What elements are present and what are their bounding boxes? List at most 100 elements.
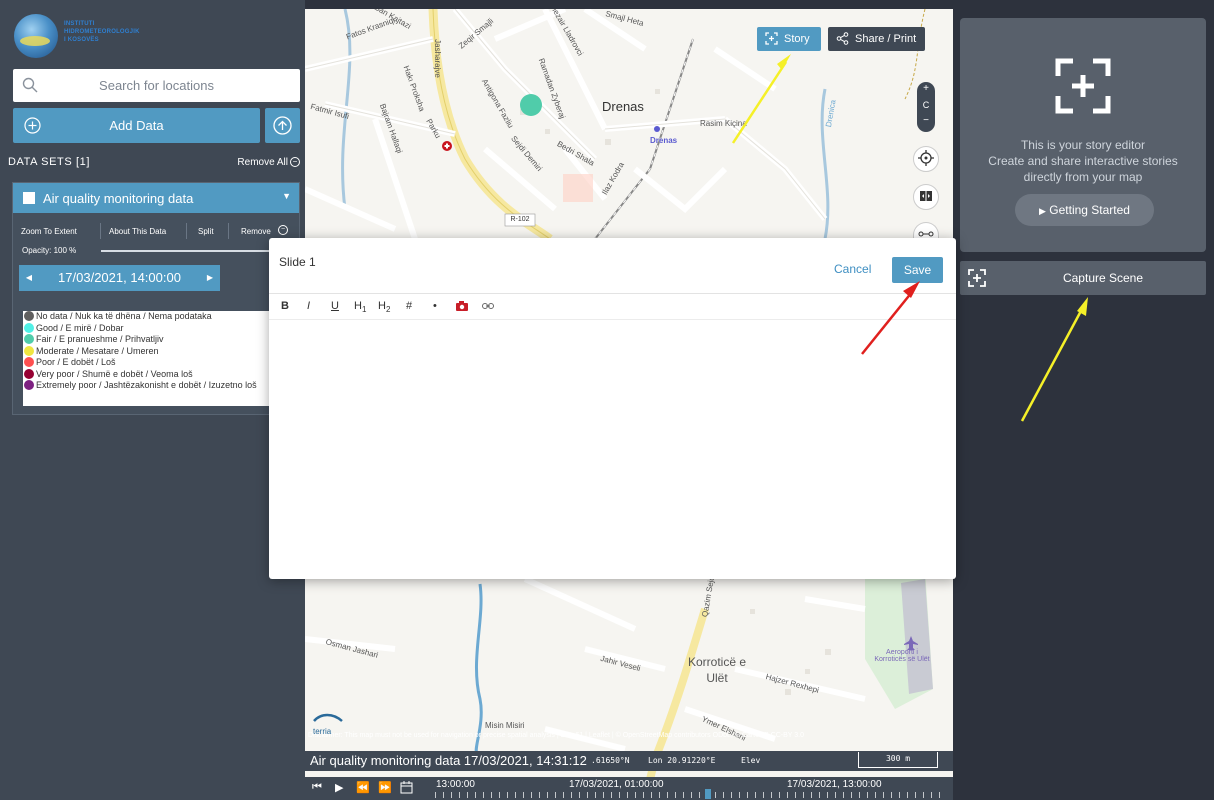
story-intro-line: This is your story editor xyxy=(1020,138,1146,152)
split-button[interactable]: Split xyxy=(198,227,214,236)
story-editor-intro: This is your story editor Create and sha… xyxy=(960,18,1206,252)
latitude-readout: .61650°N xyxy=(591,756,630,765)
opacity-slider[interactable] xyxy=(101,250,291,252)
link-glyph xyxy=(482,303,494,309)
next-time-button[interactable]: ▶ xyxy=(200,265,220,291)
measure-icon xyxy=(918,231,934,237)
current-time[interactable]: 17/03/2021, 14:00:00 xyxy=(39,265,200,291)
story-intro-line: directly from your map xyxy=(1023,170,1143,184)
legend-item: Fair / E pranueshme / Prihvatljiv xyxy=(24,334,298,346)
camera-icon[interactable] xyxy=(456,301,468,314)
remove-all-icon[interactable]: − xyxy=(290,157,300,167)
legend-swatch xyxy=(24,357,34,367)
dataset-checkbox[interactable] xyxy=(23,192,35,204)
zoom-to-extent-button[interactable]: Zoom To Extent xyxy=(21,227,77,236)
legend: No data / Nuk ka të dhëna / Nema podatak… xyxy=(23,311,298,406)
capture-scene-button[interactable]: Capture Scene xyxy=(960,261,1206,295)
dataset-card: Air quality monitoring data ▼ Zoom To Ex… xyxy=(12,182,300,415)
split-screen-button[interactable] xyxy=(913,184,939,210)
cancel-button[interactable]: Cancel xyxy=(834,262,871,276)
legend-swatch xyxy=(24,380,34,390)
upload-button[interactable] xyxy=(265,108,300,143)
rewind-button[interactable]: ⏪ xyxy=(356,781,370,794)
underline-button[interactable]: U xyxy=(331,300,339,312)
legend-label: No data / Nuk ka të dhëna / Nema podatak… xyxy=(36,311,212,321)
capture-scene-label: Capture Scene xyxy=(1062,271,1144,285)
legend-label: Poor / E dobët / Loš xyxy=(36,357,116,367)
add-data-label: Add Data xyxy=(109,118,164,133)
zoom-reset-button[interactable]: C xyxy=(917,100,935,110)
bullet-list-button[interactable]: • xyxy=(433,300,437,312)
save-button[interactable]: Save xyxy=(892,257,943,283)
slide-content-editor[interactable] xyxy=(279,328,946,569)
legend-swatch xyxy=(24,311,34,321)
play-button[interactable]: ▶ xyxy=(335,781,343,794)
logo-emblem xyxy=(14,14,58,58)
legend-label: Good / E mirë / Dobar xyxy=(36,322,124,333)
italic-button[interactable]: I xyxy=(307,300,310,312)
link-icon[interactable] xyxy=(482,301,494,313)
search-placeholder[interactable]: Search for locations xyxy=(13,78,300,93)
elevation-readout: Elev xyxy=(741,756,761,765)
timeline-label: 13:00:00 xyxy=(436,779,475,790)
locate-button[interactable] xyxy=(913,146,939,172)
search-box[interactable]: Search for locations xyxy=(13,69,300,102)
ordered-list-button[interactable]: # xyxy=(406,300,412,312)
add-data-button[interactable]: Add Data xyxy=(13,108,260,143)
story-button[interactable]: Story xyxy=(757,27,821,51)
legend-label: Extremely poor / Jashtëzakonisht e dobët… xyxy=(36,380,257,390)
remove-all-button[interactable]: Remove All xyxy=(237,157,288,168)
story-label: Story xyxy=(784,33,810,45)
about-data-button[interactable]: About This Data xyxy=(109,227,166,236)
road-badge: R-102 xyxy=(510,216,530,223)
terria-label: terria xyxy=(313,727,332,736)
share-icon xyxy=(836,32,849,45)
modal-divider xyxy=(269,293,956,294)
scale-bar: 300 m xyxy=(858,752,938,768)
camera-glyph xyxy=(456,301,468,311)
zoom-in-button[interactable]: + xyxy=(917,83,935,94)
station-label: Drenas xyxy=(650,136,678,145)
time-navigator: ◀ 17/03/2021, 14:00:00 ▶ xyxy=(19,265,220,291)
getting-started-button[interactable]: ▶ Getting Started xyxy=(1015,194,1154,226)
legend-item: Poor / E dobët / Loš xyxy=(24,357,298,369)
institute-logo: INSTITUTI HIDROMETEOROLOGJIK I KOSOVËS xyxy=(14,14,194,60)
timeline-ticks[interactable] xyxy=(435,792,943,798)
bold-button[interactable]: B xyxy=(281,300,289,312)
story-panel: This is your story editor Create and sha… xyxy=(953,0,1214,800)
legend-item: Good / E mirë / Dobar xyxy=(24,322,298,335)
logo-text: INSTITUTI HIDROMETEOROLOGJIK I KOSOVËS xyxy=(64,20,140,44)
datasets-header: DATA SETS [1] Remove All − xyxy=(8,152,300,172)
street-label: Jasharajve xyxy=(432,39,442,78)
share-print-label: Share / Print xyxy=(855,33,917,45)
town-label: Korroticë e Ulët xyxy=(687,655,747,685)
zoom-out-button[interactable]: − xyxy=(917,115,935,126)
remove-icon[interactable]: − xyxy=(278,225,288,235)
legend-label: Very poor / Shumë e dobët / Veoma loš xyxy=(36,368,193,379)
timeline-cursor[interactable] xyxy=(705,789,711,799)
map-attribution: Disclaimer: This map must not be used fo… xyxy=(308,732,805,739)
zoom-control: + C − xyxy=(917,82,935,132)
legend-label: Fair / E pranueshme / Prihvatljiv xyxy=(36,334,164,344)
chevron-down-icon[interactable]: ▼ xyxy=(282,191,291,201)
dataset-name: Air quality monitoring data xyxy=(43,191,194,206)
story-slide-editor: Cancel Save B I U H1 H2 # • xyxy=(269,238,956,579)
workbench-panel: INSTITUTI HIDROMETEOROLOGJIK I KOSOVËS S… xyxy=(0,0,305,800)
legend-swatch xyxy=(24,345,34,356)
heading-1-button[interactable]: H1 xyxy=(354,300,366,314)
dataset-title-bar[interactable]: Air quality monitoring data ▼ xyxy=(13,183,299,213)
heading-2-button[interactable]: H2 xyxy=(378,300,390,314)
datasets-title: DATA SETS [1] xyxy=(8,156,90,168)
terria-logo-icon xyxy=(313,713,343,722)
story-intro-line: Create and share interactive stories xyxy=(988,154,1178,168)
calendar-icon[interactable] xyxy=(400,781,413,797)
remove-button[interactable]: Remove xyxy=(241,227,271,236)
skip-back-button[interactable]: ⏮ xyxy=(312,781,322,794)
share-print-button[interactable]: Share / Print xyxy=(828,27,925,51)
terria-logo: terria xyxy=(313,711,343,736)
previous-time-button[interactable]: ◀ xyxy=(19,265,39,291)
legend-swatch xyxy=(24,322,34,333)
slide-title-input[interactable] xyxy=(279,252,819,272)
fast-forward-button[interactable]: ⏩ xyxy=(378,781,392,794)
action-divider xyxy=(228,223,229,239)
